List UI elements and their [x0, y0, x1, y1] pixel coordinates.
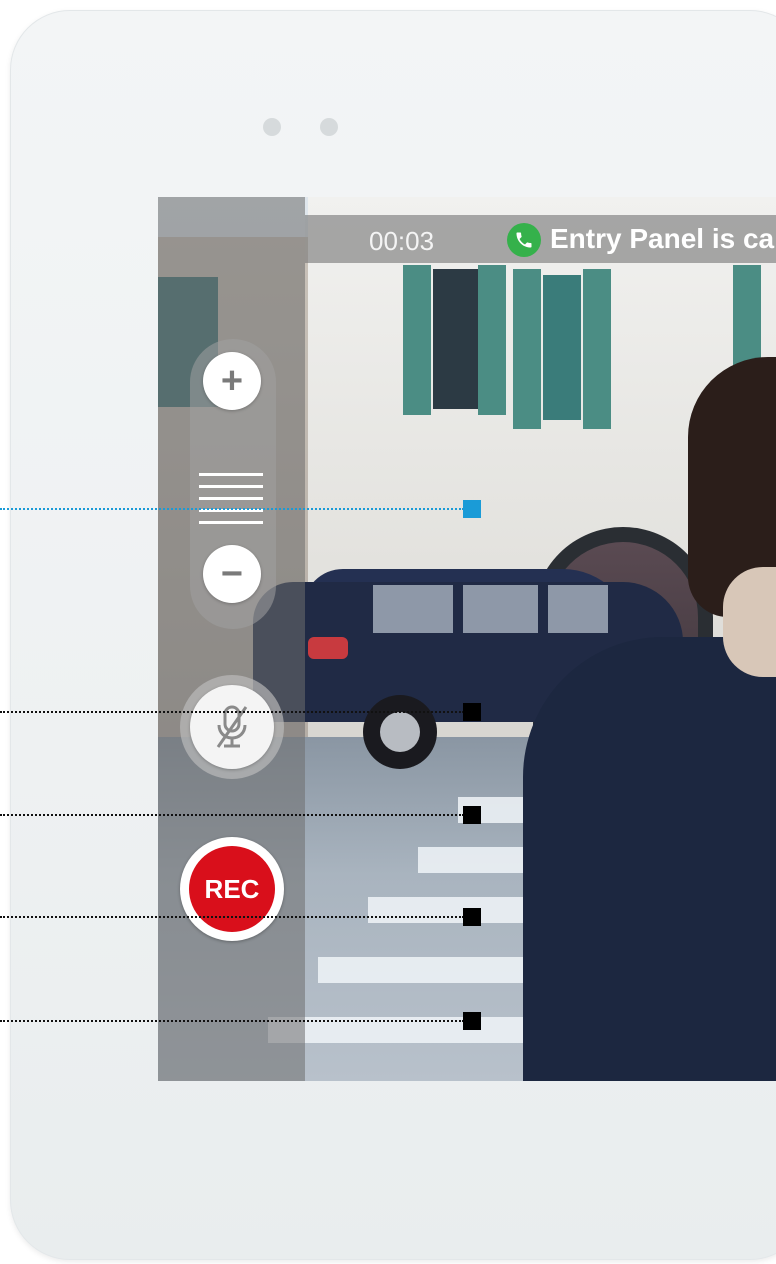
callout-line-3 [0, 814, 464, 816]
callout-line-mute [0, 711, 464, 713]
record-label: REC [204, 873, 260, 904]
callout-line-5 [0, 1020, 464, 1022]
call-timer: 00:03 [369, 226, 435, 256]
control-sidebar [158, 197, 305, 1081]
plus-icon: + [220, 359, 244, 402]
callout-marker-5 [463, 1012, 481, 1030]
phone-call-icon [507, 223, 541, 257]
callout-marker-4 [463, 908, 481, 926]
camera-sensor-right [320, 118, 338, 136]
mute-button-face [190, 685, 274, 769]
record-button[interactable]: REC [180, 837, 284, 941]
zoom-level-indicator [199, 473, 263, 533]
call-status-text: Entry Panel is call [550, 223, 776, 254]
zoom-in-button[interactable]: + [203, 352, 261, 410]
callout-line-4 [0, 916, 464, 918]
callout-line-zoom [0, 508, 464, 510]
callout-marker-zoom [463, 500, 481, 518]
camera-sensor-left [263, 118, 281, 136]
mute-button[interactable] [180, 675, 284, 779]
callout-marker-mute [463, 703, 481, 721]
video-screen: 00:03 Entry Panel is call + − REC [158, 197, 776, 1081]
record-button-face: REC [189, 846, 275, 932]
zoom-out-button[interactable]: − [203, 545, 261, 603]
callout-marker-3 [463, 806, 481, 824]
minus-icon: − [220, 552, 244, 595]
